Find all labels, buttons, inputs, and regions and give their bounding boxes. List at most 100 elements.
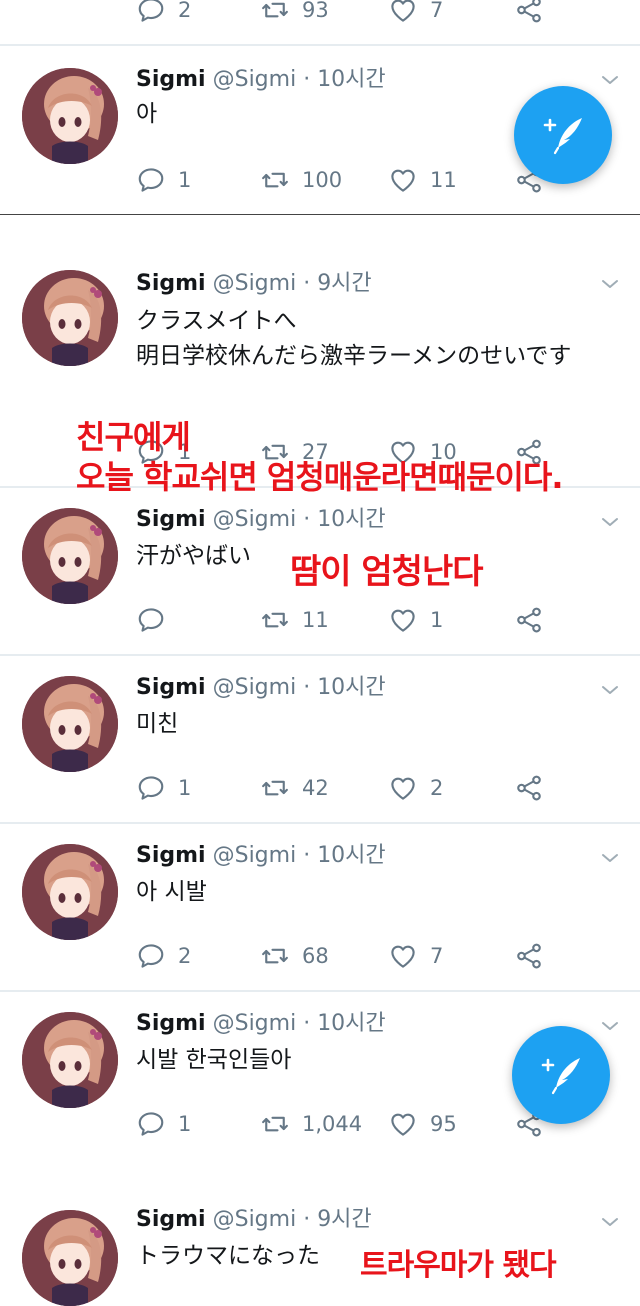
tweet-header: Sigmi @Sigmi · 9시간 — [136, 1207, 372, 1232]
share-button[interactable] — [514, 772, 556, 804]
compose-icon — [538, 110, 588, 160]
handle: @Sigmi — [212, 1011, 297, 1036]
tweet-actions: 1 42 2 — [136, 772, 616, 804]
display-name[interactable]: Sigmi — [136, 1011, 206, 1036]
retweet-icon — [260, 605, 290, 635]
retweet-button[interactable]: 42 — [260, 772, 329, 804]
tweet-header: Sigmi @Sigmi · 10시간 — [136, 675, 386, 700]
translation-overlay-trauma: 트라우마가 됐다 — [360, 1248, 557, 1283]
avatar[interactable] — [22, 1012, 118, 1108]
retweet-count: 100 — [302, 168, 343, 192]
share-icon — [514, 0, 544, 25]
retweet-button[interactable]: 1,044 — [260, 1108, 362, 1140]
share-icon — [514, 605, 544, 635]
like-button[interactable]: 7 — [388, 940, 443, 972]
reply-count: 1 — [178, 1112, 192, 1136]
reply-button[interactable]: 1 — [136, 772, 191, 804]
chevron-down-icon[interactable] — [598, 68, 622, 92]
like-button[interactable]: 11 — [388, 164, 457, 196]
tweet-header: Sigmi @Sigmi · 10시간 — [136, 507, 386, 532]
like-count: 1 — [430, 608, 444, 632]
reply-button[interactable]: 1 — [136, 1108, 191, 1140]
avatar[interactable] — [22, 68, 118, 164]
retweet-button[interactable]: 11 — [260, 604, 329, 636]
display-name[interactable]: Sigmi — [136, 1207, 206, 1232]
like-icon — [388, 605, 418, 635]
tweet-actions: 2 68 7 — [136, 940, 616, 972]
display-name[interactable]: Sigmi — [136, 271, 206, 296]
chevron-down-icon[interactable] — [598, 272, 622, 296]
display-name[interactable]: Sigmi — [136, 67, 206, 92]
reply-button[interactable]: 1 — [136, 164, 191, 196]
chevron-down-icon[interactable] — [598, 1014, 622, 1038]
translation-overlay-line2: 오늘 학교쉬면 엄청매운라면때문이다. — [76, 458, 563, 496]
compose-tweet-button[interactable] — [512, 1026, 610, 1124]
tweet[interactable]: Sigmi @Sigmi · 10시간 미친 1 42 2 — [0, 656, 640, 822]
reply-icon — [136, 605, 166, 635]
reply-icon — [136, 941, 166, 971]
retweet-button[interactable]: 68 — [260, 940, 329, 972]
like-icon — [388, 1109, 418, 1139]
like-icon — [388, 165, 418, 195]
like-button[interactable]: 95 — [388, 1108, 457, 1140]
display-name[interactable]: Sigmi — [136, 675, 206, 700]
tweet-header: Sigmi @Sigmi · 10시간 — [136, 843, 386, 868]
compose-icon — [536, 1050, 586, 1100]
retweet-count: 68 — [302, 944, 329, 968]
tweet[interactable]: Sigmi @Sigmi · 10시간 아 시발 2 68 7 — [0, 824, 640, 990]
tweet-text: トラウマになった — [136, 1243, 320, 1269]
chevron-down-icon[interactable] — [598, 678, 622, 702]
retweet-button[interactable]: 100 — [260, 164, 342, 196]
share-button[interactable] — [514, 0, 556, 26]
chevron-down-icon[interactable] — [598, 510, 622, 534]
avatar[interactable] — [22, 1210, 118, 1306]
reply-icon — [136, 1109, 166, 1139]
like-count: 11 — [430, 168, 457, 192]
like-count: 7 — [430, 0, 444, 22]
tweet-actions: 11 1 — [136, 604, 616, 636]
reply-button[interactable]: 2 — [136, 0, 191, 26]
retweet-button[interactable]: 93 — [260, 0, 329, 26]
retweet-count: 1,044 — [302, 1112, 363, 1136]
avatar[interactable] — [22, 844, 118, 940]
reply-count: 1 — [178, 168, 192, 192]
handle: @Sigmi — [212, 67, 297, 92]
reply-button[interactable]: 2 — [136, 940, 191, 972]
avatar[interactable] — [22, 270, 118, 366]
like-button[interactable]: 2 — [388, 772, 443, 804]
retweet-icon — [260, 0, 290, 25]
like-count: 95 — [430, 1112, 457, 1136]
handle: @Sigmi — [212, 675, 297, 700]
chevron-down-icon[interactable] — [598, 1210, 622, 1234]
reply-button[interactable] — [136, 604, 178, 636]
tweet-header: Sigmi @Sigmi · 9시간 — [136, 271, 372, 296]
translation-overlay-sweat: 땀이 엄청난다 — [290, 552, 484, 592]
reply-icon — [136, 165, 166, 195]
share-button[interactable] — [514, 940, 556, 972]
divider — [0, 214, 640, 215]
like-button[interactable]: 1 — [388, 604, 443, 636]
reply-count: 2 — [178, 944, 192, 968]
tweet-text: 아 시발 — [136, 879, 207, 905]
tweet-text: クラスメイトへ 明日学校休んだら激辛ラーメンのせいです — [136, 308, 572, 369]
like-icon — [388, 0, 418, 25]
reply-count: 2 — [178, 0, 192, 22]
handle: @Sigmi — [212, 507, 297, 532]
display-name[interactable]: Sigmi — [136, 843, 206, 868]
retweet-icon — [260, 1109, 290, 1139]
share-button[interactable] — [514, 604, 556, 636]
avatar[interactable] — [22, 508, 118, 604]
avatar[interactable] — [22, 676, 118, 772]
like-count: 7 — [430, 944, 444, 968]
share-icon — [514, 941, 544, 971]
chevron-down-icon[interactable] — [598, 846, 622, 870]
retweet-icon — [260, 941, 290, 971]
like-count: 2 — [430, 776, 444, 800]
timestamp: 10시간 — [317, 67, 386, 92]
like-button[interactable]: 7 — [388, 0, 443, 26]
timestamp: 10시간 — [317, 1011, 386, 1036]
handle: @Sigmi — [212, 271, 297, 296]
like-icon — [388, 941, 418, 971]
display-name[interactable]: Sigmi — [136, 507, 206, 532]
compose-tweet-button[interactable] — [514, 86, 612, 184]
